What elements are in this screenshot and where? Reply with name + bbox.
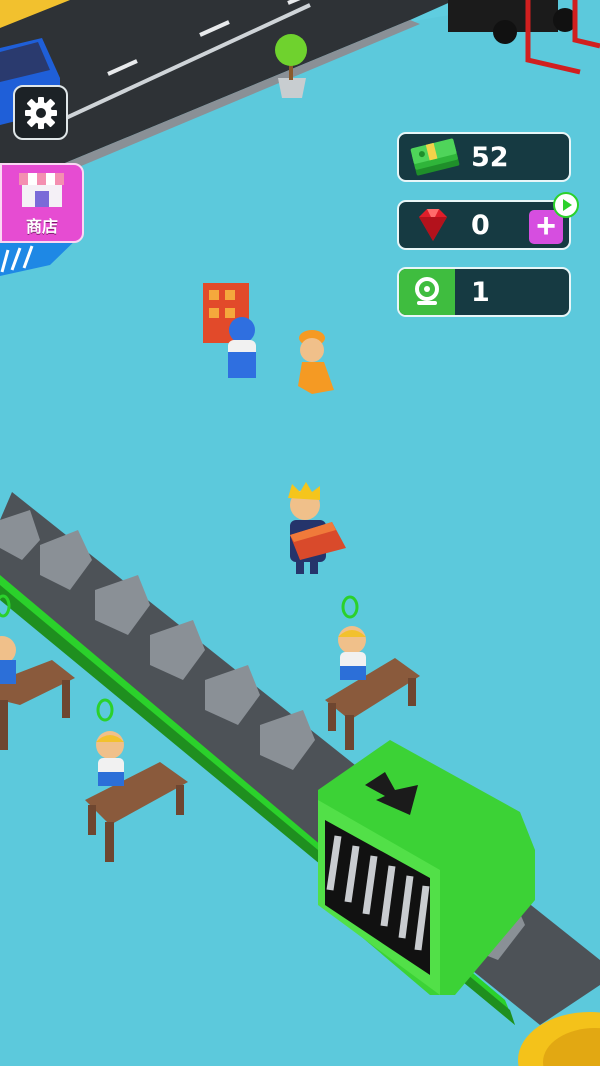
gem-value: 0 (471, 210, 490, 241)
play-video-icon (563, 199, 572, 211)
gem-counter: 0 + (397, 192, 579, 250)
gear-icon (24, 96, 57, 129)
storefront-icon (19, 173, 64, 207)
cash-value: 52 (471, 142, 509, 173)
level-badge-icon (399, 269, 455, 315)
level-value: 1 (471, 277, 490, 308)
settings-button[interactable] (13, 85, 68, 140)
watch-video-button[interactable] (553, 192, 579, 218)
cash-stack-icon (410, 138, 460, 176)
plus-icon: + (536, 207, 556, 245)
shop-label: 商店 (25, 217, 58, 236)
cash-counter: 52 (397, 132, 571, 182)
shop-button[interactable]: 商店 (0, 163, 84, 243)
ruby-gem-icon (419, 209, 447, 241)
level-counter: 1 (397, 267, 571, 317)
